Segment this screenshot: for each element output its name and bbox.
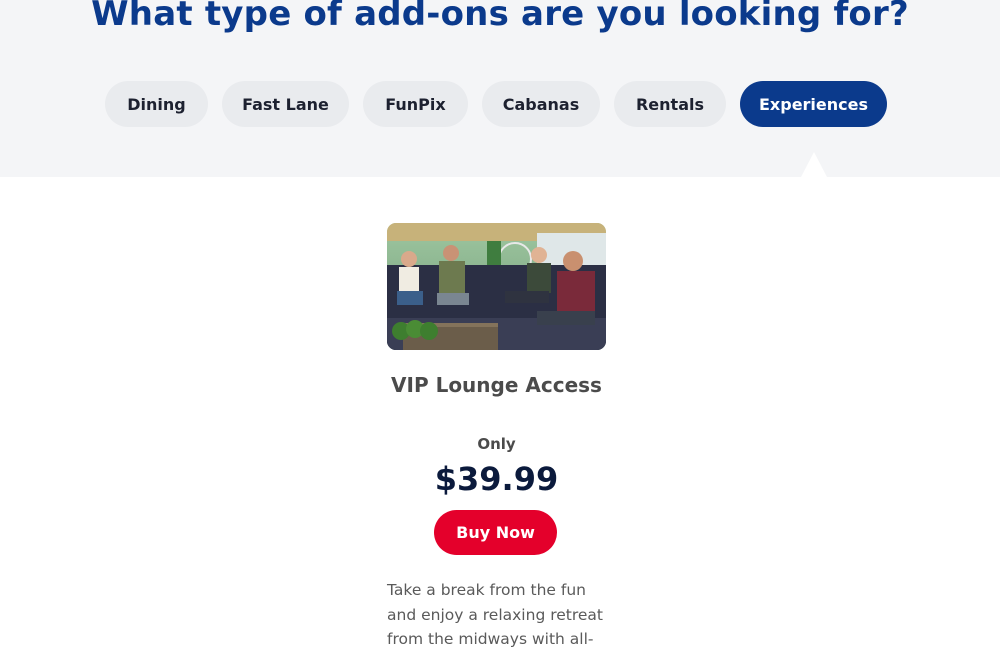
vip-lounge-image bbox=[387, 223, 606, 350]
category-tabs: Dining Fast Lane FunPix Cabanas Rentals … bbox=[0, 81, 1000, 127]
price-prefix: Only bbox=[477, 435, 516, 453]
tab-cabanas[interactable]: Cabanas bbox=[482, 81, 600, 127]
tab-experiences[interactable]: Experiences bbox=[740, 81, 887, 127]
page-title: What type of add-ons are you looking for… bbox=[91, 0, 909, 34]
card-title: VIP Lounge Access bbox=[391, 373, 602, 397]
tab-rentals[interactable]: Rentals bbox=[614, 81, 726, 127]
card-description: Take a break from the fun and enjoy a re… bbox=[387, 581, 603, 648]
active-tab-pointer bbox=[801, 152, 827, 177]
tab-fast-lane[interactable]: Fast Lane bbox=[222, 81, 349, 127]
buy-now-button[interactable]: Buy Now bbox=[434, 510, 557, 555]
tab-dining[interactable]: Dining bbox=[105, 81, 208, 127]
tab-funpix[interactable]: FunPix bbox=[363, 81, 468, 127]
price-value: $39.99 bbox=[434, 460, 559, 498]
